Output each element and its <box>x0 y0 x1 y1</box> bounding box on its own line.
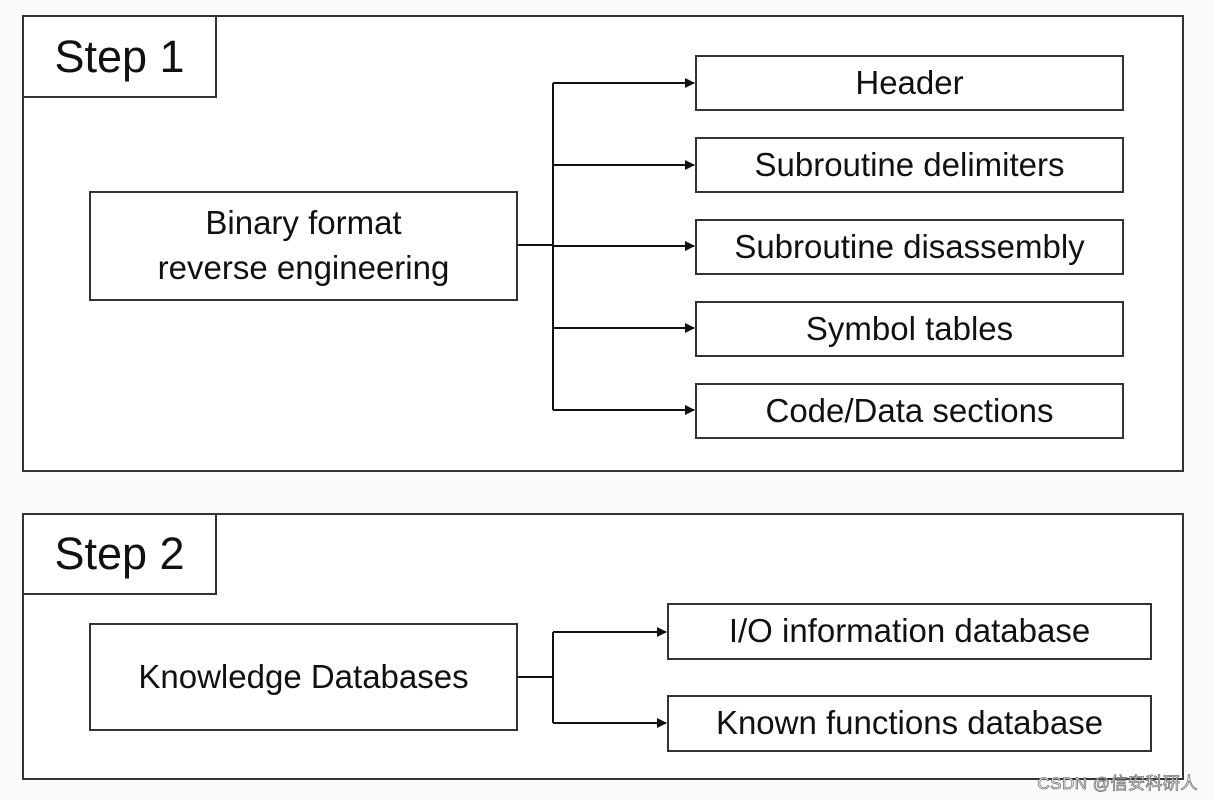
watermark: CSDN @信安科研人 <box>1037 774 1198 794</box>
connector-lines <box>518 78 695 728</box>
step2-trunk <box>518 632 554 723</box>
step1-trunk <box>518 83 554 410</box>
